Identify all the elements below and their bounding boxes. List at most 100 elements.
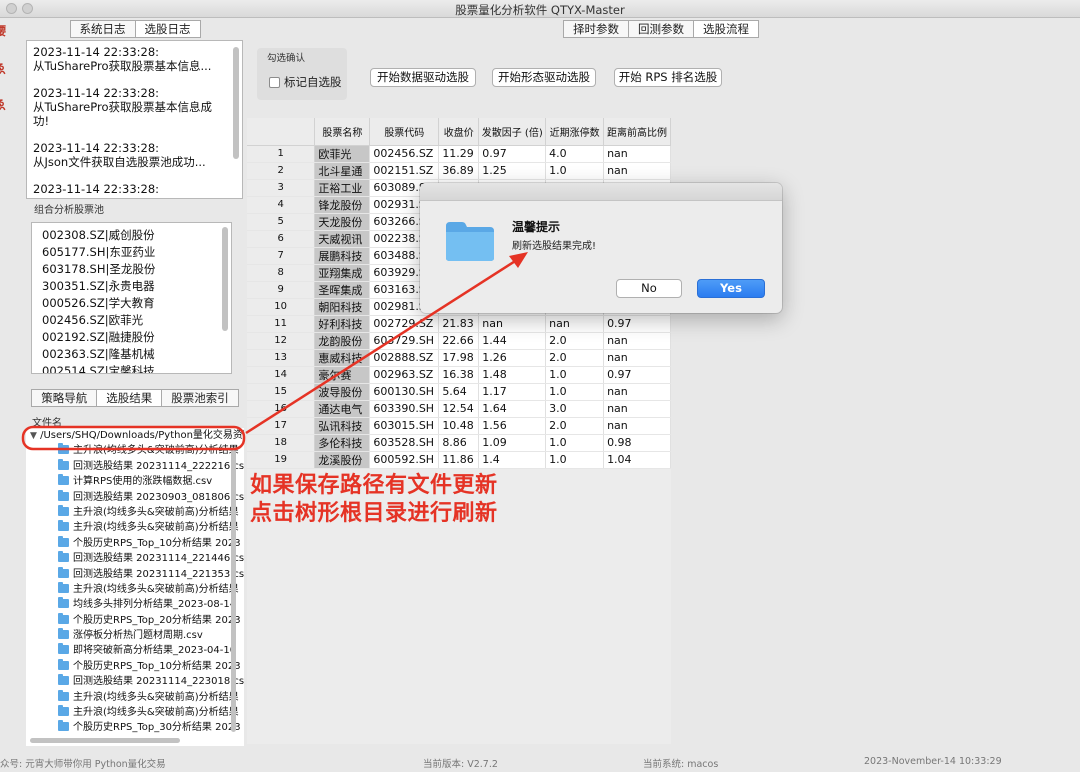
table-cell[interactable]: 21.83 [438,315,480,333]
table-cell[interactable]: 1.0 [545,366,605,384]
tab-selection-flow[interactable]: 选股流程 [694,20,759,38]
stock-name-cell[interactable]: 好利科技 [314,315,371,333]
table-cell[interactable]: 002151.SZ [369,162,440,180]
table-cell[interactable]: 2.0 [545,349,605,367]
tree-file-item[interactable]: 主升浪(均线多头&突破前高)分析结果 [26,689,244,705]
table-cell[interactable]: nan [603,400,671,418]
tree-file-item[interactable]: 个股历史RPS_Top_30分析结果 2023 [26,720,244,735]
column-header[interactable]: 距离前高比例 [603,118,671,146]
table-row[interactable]: 12 龙韵股份 603729.SH 22.66 1.44 2.0 nan [247,332,671,350]
start-rps-ranking-button[interactable]: 开始 RPS 排名选股 [614,68,722,87]
tab-pool-index[interactable]: 股票池索引 [162,389,239,407]
tab-selection-log[interactable]: 选股日志 [135,20,201,38]
stock-name-cell[interactable]: 多伦科技 [314,434,371,452]
row-number[interactable]: 16 [247,400,316,418]
tree-file-item[interactable]: 回测选股结果 20231114_222216.csv [26,458,244,474]
row-number[interactable]: 3 [247,179,316,197]
table-cell[interactable]: 16.38 [438,366,480,384]
list-item[interactable]: 002192.SZ|融捷股份 [32,329,231,346]
table-cell[interactable]: 603015.SH [369,417,440,435]
table-row[interactable]: 18 多伦科技 603528.SH 8.86 1.09 1.0 0.98 [247,434,671,452]
table-cell[interactable]: nan [545,315,605,333]
table-row[interactable]: 11 好利科技 002729.SZ 21.83 nan nan 0.97 [247,315,671,333]
tab-strategy-nav[interactable]: 策略导航 [31,389,98,407]
tree-file-item[interactable]: 主升浪(均线多头&突破前高)分析结果 [26,443,244,458]
table-cell[interactable]: 0.97 [478,145,547,163]
tab-backtest-params[interactable]: 回测参数 [629,20,694,38]
column-header[interactable]: 收盘价 [438,118,480,146]
tree-horizontal-scrollbar[interactable] [30,738,180,743]
table-row[interactable]: 17 弘讯科技 603015.SH 10.48 1.56 2.0 nan [247,417,671,435]
table-cell[interactable]: 002888.SZ [369,349,440,367]
table-cell[interactable]: 11.86 [438,451,480,469]
yes-button[interactable]: Yes [697,279,765,298]
table-row[interactable]: 16 通达电气 603390.SH 12.54 1.64 3.0 nan [247,400,671,418]
tree-file-item[interactable]: 个股历史RPS_Top_10分析结果 2023 [26,658,244,674]
tree-file-item[interactable]: 主升浪(均线多头&突破前高)分析结果 [26,520,244,535]
tree-file-item[interactable]: 主升浪(均线多头&突破前高)分析结果 [26,705,244,720]
tree-file-item[interactable]: 涨停板分析热门题材周期.csv [26,628,244,643]
table-cell[interactable]: 600592.SH [369,451,440,469]
column-header[interactable]: 股票代码 [369,118,440,146]
stock-name-cell[interactable]: 豪尔赛 [314,366,371,384]
table-cell[interactable]: 2.0 [545,332,605,350]
table-cell[interactable]: nan [603,332,671,350]
table-cell[interactable]: 0.97 [603,315,671,333]
table-cell[interactable]: nan [603,417,671,435]
row-number[interactable]: 14 [247,366,316,384]
list-item[interactable]: 000526.SZ|学大教育 [32,295,231,312]
table-cell[interactable]: 22.66 [438,332,480,350]
row-number[interactable]: 12 [247,332,316,350]
row-number[interactable]: 7 [247,247,316,265]
table-row[interactable]: 19 龙溪股份 600592.SH 11.86 1.4 1.0 1.04 [247,451,671,469]
start-pattern-driven-button[interactable]: 开始形态驱动选股 [492,68,596,87]
table-cell[interactable]: 17.98 [438,349,480,367]
table-cell[interactable]: 1.0 [545,162,605,180]
start-data-driven-button[interactable]: 开始数据驱动选股 [370,68,476,87]
row-number[interactable]: 5 [247,213,316,231]
pool-scrollbar[interactable] [222,227,228,331]
tab-selection-results[interactable]: 选股结果 [97,389,163,407]
row-number[interactable]: 19 [247,451,316,469]
table-cell[interactable]: 8.86 [438,434,480,452]
table-cell[interactable]: 36.89 [438,162,480,180]
stock-name-cell[interactable]: 龙溪股份 [314,451,371,469]
table-row[interactable]: 13 惠威科技 002888.SZ 17.98 1.26 2.0 nan [247,349,671,367]
row-number[interactable]: 10 [247,298,316,316]
table-cell[interactable]: 1.0 [545,434,605,452]
stock-name-cell[interactable]: 展鹏科技 [314,247,371,265]
table-cell[interactable]: 10.48 [438,417,480,435]
tree-root[interactable]: ▼ /Users/SHQ/Downloads/Python量化交易资料 [26,428,244,443]
stock-name-cell[interactable]: 亚翔集成 [314,264,371,282]
table-cell[interactable]: 3.0 [545,400,605,418]
stock-name-cell[interactable]: 弘讯科技 [314,417,371,435]
tree-file-item[interactable]: 个股历史RPS_Top_20分析结果 2023 [26,612,244,628]
table-cell[interactable]: 2.0 [545,417,605,435]
list-item[interactable]: 002363.SZ|隆基机械 [32,346,231,363]
table-cell[interactable]: 5.64 [438,383,480,401]
list-item[interactable]: 603178.SH|圣龙股份 [32,261,231,278]
row-number[interactable]: 18 [247,434,316,452]
stock-name-cell[interactable]: 通达电气 [314,400,371,418]
tree-file-item[interactable]: 主升浪(均线多头&突破前高)分析结果 [26,504,244,520]
tree-file-item[interactable]: 均线多头排列分析结果_2023-08-14 [26,597,244,612]
list-item[interactable]: 300351.SZ|永贵电器 [32,278,231,295]
column-header[interactable]: 发散因子 (倍) [478,118,547,146]
list-item[interactable]: 002514.SZ|宝馨科技 [32,363,231,373]
table-cell[interactable]: nan [603,145,671,163]
stock-name-cell[interactable]: 北斗星通 [314,162,371,180]
stock-name-cell[interactable]: 惠威科技 [314,349,371,367]
table-cell[interactable]: 002729.SZ [369,315,440,333]
row-number[interactable]: 2 [247,162,316,180]
table-cell[interactable]: nan [478,315,547,333]
stock-name-cell[interactable]: 锋龙股份 [314,196,371,214]
stock-name-cell[interactable]: 天威视讯 [314,230,371,248]
table-cell[interactable]: 0.97 [603,366,671,384]
table-cell[interactable]: 1.44 [478,332,547,350]
table-cell[interactable]: 1.17 [478,383,547,401]
tree-file-item[interactable]: 回测选股结果 20230903_081806.csv [26,489,244,505]
checkbox-box[interactable] [269,76,280,88]
row-number[interactable]: 17 [247,417,316,435]
table-cell[interactable]: 4.0 [545,145,605,163]
row-number[interactable]: 13 [247,349,316,367]
